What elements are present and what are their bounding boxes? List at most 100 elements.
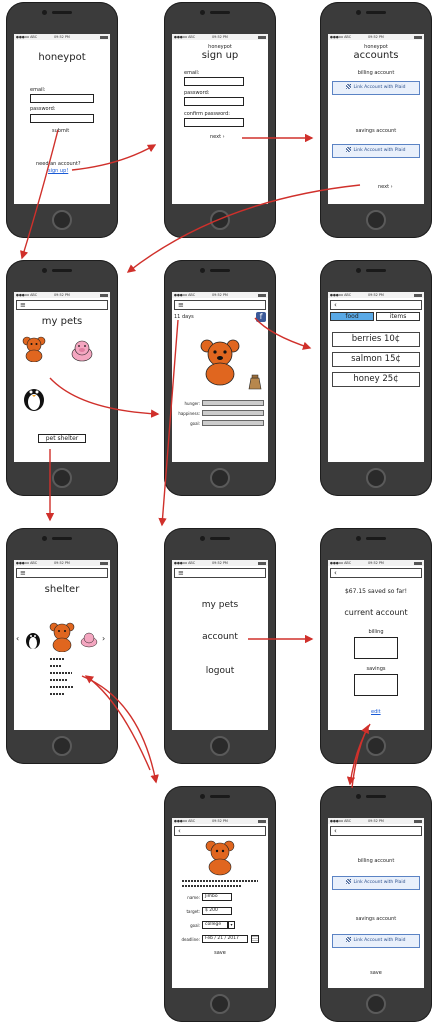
info-scribble [50, 672, 72, 674]
home-button[interactable] [52, 468, 72, 488]
screen-signup: ●●●oo ABC 09:52 PM honeypot sign up email… [172, 34, 268, 204]
menu-icon[interactable]: ≡ [178, 301, 184, 309]
save-button[interactable]: save [328, 970, 424, 976]
speaker [366, 537, 386, 540]
tab-food[interactable]: food [330, 312, 374, 321]
speaker [366, 11, 386, 14]
pig-icon[interactable] [70, 340, 94, 362]
savings-account-label: savings account [355, 128, 397, 134]
store-item-honey[interactable]: honey 25¢ [332, 372, 420, 387]
deadline-field[interactable]: Feb / 21 / 2017 [202, 935, 248, 943]
password-label: password: [30, 106, 56, 112]
nav-bar: ‹ [330, 826, 422, 836]
back-icon[interactable]: ‹ [178, 827, 181, 835]
tab-items[interactable]: items [376, 312, 420, 321]
menu-icon[interactable]: ≡ [20, 569, 26, 577]
battery-icon [100, 35, 108, 39]
screen-shelter: ●●●oo ABC 09:52 PM ≡ shelter ‹ › [14, 560, 110, 730]
nav-bar: ‹ [330, 300, 422, 310]
next-button[interactable]: next › [210, 134, 225, 140]
menu-item-logout[interactable]: logout [172, 666, 268, 676]
name-field[interactable]: Jimbo [202, 893, 232, 901]
menu-item-my-pets[interactable]: my pets [172, 600, 268, 610]
link-savings-plaid-button[interactable]: Link Account with Plaid [332, 144, 420, 158]
screen-current-account: ●●●oo ABC 09:52 PM ‹ $67.15 saved so far!… [328, 560, 424, 730]
menu-icon[interactable]: ≡ [178, 569, 184, 577]
home-button[interactable] [366, 736, 386, 756]
screen-login: ●●●oo ABC 09:52 PM honeypot email: passwo… [14, 34, 110, 204]
home-button[interactable] [210, 468, 230, 488]
page-title: shelter [44, 584, 80, 595]
home-button[interactable] [52, 736, 72, 756]
phone-my-pets: ●●●oo ABC 09:52 PM ≡ my pets pet shelter [6, 260, 118, 496]
email-field[interactable] [30, 94, 94, 103]
target-field[interactable]: $ 200 [202, 907, 232, 915]
phone-login: ●●●oo ABC 09:52 PM honeypot email: passwo… [6, 2, 118, 238]
back-icon[interactable]: ‹ [334, 301, 337, 309]
menu-icon[interactable]: ≡ [20, 301, 26, 309]
deadline-label: deadline: [181, 937, 200, 942]
store-item-berries[interactable]: berries 10¢ [332, 332, 420, 347]
link-billing-plaid-button[interactable]: Link Account with Plaid [332, 81, 420, 95]
status-bar: ●●●oo ABC 09:52 PM [172, 34, 268, 40]
back-icon[interactable]: ‹ [334, 569, 337, 577]
prev-arrow-icon[interactable]: ‹ [16, 634, 19, 643]
next-arrow-icon[interactable]: › [102, 634, 105, 643]
goal-select[interactable]: college [202, 921, 228, 929]
nav-bar: ‹ [174, 826, 266, 836]
hunger-bar [202, 400, 264, 406]
email-field[interactable] [184, 77, 244, 86]
plaid-icon [346, 147, 352, 152]
bear-icon[interactable] [48, 622, 76, 652]
home-button[interactable] [210, 994, 230, 1014]
home-button[interactable] [210, 736, 230, 756]
signup-link[interactable]: sign up! [48, 168, 68, 174]
home-button[interactable] [366, 994, 386, 1014]
battery-icon [414, 35, 422, 39]
home-button[interactable] [52, 210, 72, 230]
bear-icon[interactable] [22, 336, 46, 362]
speaker [210, 795, 230, 798]
camera [42, 536, 47, 541]
home-button[interactable] [366, 210, 386, 230]
phone-adopt: ●●●oo ABC 09:52 PM ‹ name: Jimbo target: … [164, 786, 276, 1022]
confirm-password-field[interactable] [184, 118, 244, 127]
save-button[interactable]: save [172, 950, 268, 956]
phone-current-account: ●●●oo ABC 09:52 PM ‹ $67.15 saved so far!… [320, 528, 432, 764]
chevron-down-icon[interactable]: ▾ [228, 921, 235, 929]
nav-bar: ≡ [16, 300, 108, 310]
penguin-icon[interactable] [22, 384, 46, 412]
pig-icon[interactable] [80, 632, 98, 648]
back-icon[interactable]: ‹ [334, 827, 337, 835]
pet-shelter-button[interactable]: pet shelter [38, 434, 86, 443]
penguin-icon[interactable] [24, 630, 42, 650]
battery-icon [414, 293, 422, 297]
nav-bar: ≡ [174, 568, 266, 578]
phone-store: ●●●oo ABC 09:52 PM ‹ food items berries 1… [320, 260, 432, 496]
calendar-icon[interactable] [251, 935, 259, 943]
phone-pet-detail: ●●●oo ABC 09:52 PM ≡ 11 days f hunger: ha… [164, 260, 276, 496]
bear-icon[interactable] [198, 338, 242, 386]
password-field[interactable] [30, 114, 94, 123]
facebook-icon[interactable]: f [256, 312, 266, 322]
edit-link[interactable]: edit [371, 709, 381, 715]
email-label: email: [30, 87, 46, 93]
link-savings-plaid-button[interactable]: Link Account with Plaid [332, 934, 420, 948]
link-billing-plaid-button[interactable]: Link Account with Plaid [332, 876, 420, 890]
home-button[interactable] [366, 468, 386, 488]
home-button[interactable] [210, 210, 230, 230]
screen-edit-accounts: ●●●oo ABC 09:52 PM ‹ billing account Link… [328, 818, 424, 988]
goal-label: goal: [190, 923, 200, 928]
screen-accounts: ●●●oo ABC 09:52 PM honeypot accounts bill… [328, 34, 424, 204]
speaker [52, 11, 72, 14]
savings-account-label: savings account [355, 916, 397, 922]
food-bag-icon[interactable] [248, 374, 262, 390]
store-item-salmon[interactable]: salmon 15¢ [332, 352, 420, 367]
menu-item-account[interactable]: account [172, 632, 268, 642]
submit-button[interactable]: submit [52, 128, 69, 134]
screen-pet-detail: ●●●oo ABC 09:52 PM ≡ 11 days f hunger: ha… [172, 292, 268, 462]
screen-menu: ●●●oo ABC 09:52 PM ≡ my pets account logo… [172, 560, 268, 730]
next-button[interactable]: next › [378, 184, 393, 190]
battery-icon [258, 293, 266, 297]
password-field[interactable] [184, 97, 244, 106]
